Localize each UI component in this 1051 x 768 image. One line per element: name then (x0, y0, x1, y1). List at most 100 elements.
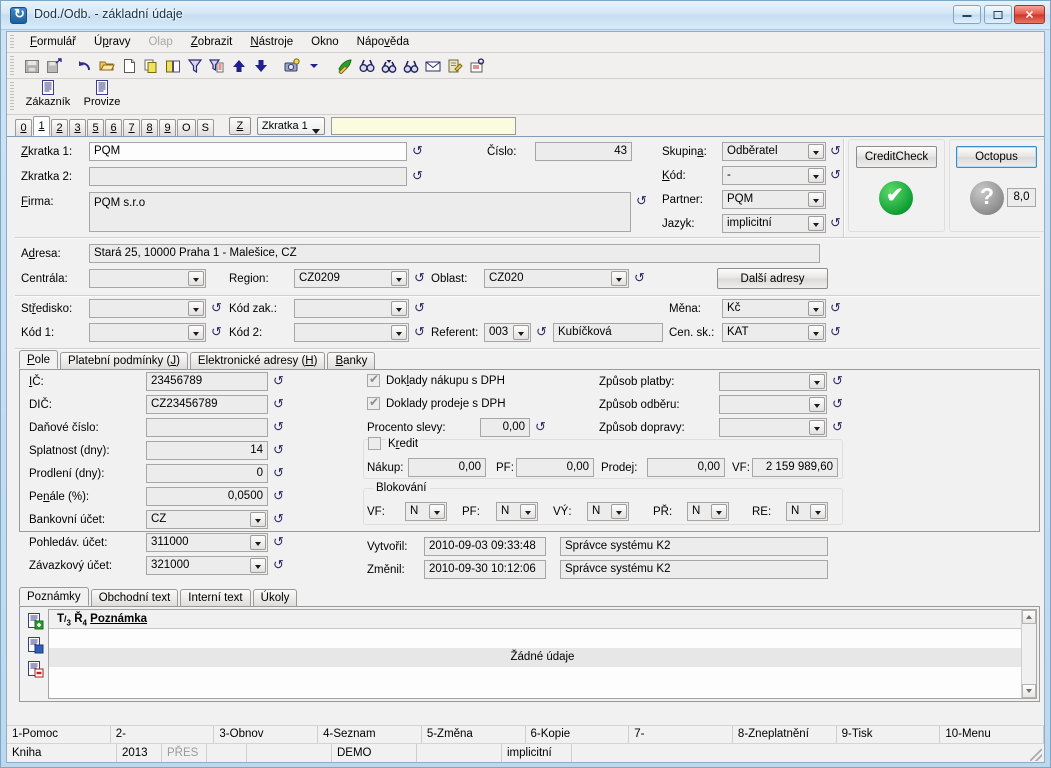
chevron-down-icon[interactable] (808, 168, 824, 183)
new-document-icon[interactable] (118, 55, 140, 77)
scroll-up-icon[interactable] (1022, 610, 1036, 624)
tab-banky[interactable]: Banky (327, 352, 375, 369)
close-button[interactable]: ✕ (1014, 5, 1045, 24)
fkey-4[interactable]: 4-Seznam (318, 726, 422, 743)
zkratka-search-input[interactable] (331, 117, 516, 135)
blok-pr-select[interactable]: N (687, 502, 729, 521)
filter-icon[interactable] (184, 55, 206, 77)
filter-edit-icon[interactable] (206, 55, 228, 77)
stredisko-history-icon[interactable] (211, 301, 224, 315)
record-tab-7[interactable]: 7 (123, 119, 140, 136)
chevron-down-icon[interactable] (250, 535, 266, 550)
chevron-down-icon[interactable] (711, 504, 727, 519)
binoculars-icon[interactable] (356, 55, 378, 77)
referent-name-input[interactable]: Kubíčková (553, 323, 663, 342)
procento-slevy-input[interactable]: 0,00 (480, 418, 530, 437)
pohledav-ucet-history-icon[interactable] (273, 535, 286, 549)
zavazkovy-ucet-history-icon[interactable] (273, 558, 286, 572)
chevron-down-icon[interactable] (429, 504, 445, 519)
binoculars-up-icon[interactable] (378, 55, 400, 77)
zpusob-platby-history-icon[interactable] (832, 374, 845, 388)
tab-interni-text[interactable]: Interní text (180, 589, 250, 606)
open-folder-icon[interactable] (96, 55, 118, 77)
toolbar-gripper[interactable] (10, 56, 14, 75)
record-tab-1[interactable]: 1 (33, 116, 50, 136)
zpusob-dopravy-history-icon[interactable] (832, 420, 845, 434)
kod2-history-icon[interactable] (414, 325, 427, 339)
undo-icon[interactable] (74, 55, 96, 77)
cen-sk-history-icon[interactable] (830, 325, 843, 339)
book-icon[interactable] (162, 55, 184, 77)
chevron-down-icon[interactable] (808, 216, 824, 231)
fkey-6[interactable]: 6-Kopie (526, 726, 630, 743)
prodej-input[interactable]: 0,00 (647, 458, 725, 477)
blok-vf-select[interactable]: N (405, 502, 447, 521)
column-poznamka[interactable]: Poznámka (90, 613, 147, 625)
record-tab-8[interactable]: 8 (141, 119, 158, 136)
chevron-down-icon[interactable] (513, 325, 529, 340)
ic-history-icon[interactable] (273, 374, 286, 388)
fkey-9[interactable]: 9-Tisk (837, 726, 941, 743)
chevron-down-icon[interactable] (611, 271, 627, 286)
fkey-8[interactable]: 8-Zneplatnění (733, 726, 837, 743)
mena-history-icon[interactable] (830, 301, 843, 315)
fkey-7[interactable]: 7- (629, 726, 733, 743)
arrow-up-icon[interactable] (228, 55, 250, 77)
binoculars-alt-icon[interactable] (400, 55, 422, 77)
blok-pf-select[interactable]: N (496, 502, 538, 521)
dalsi-adresy-button[interactable]: Další adresy (717, 268, 828, 289)
cislo-input[interactable]: 43 (535, 142, 632, 161)
column-r[interactable]: Ř (74, 613, 82, 625)
doklady-nakupu-checkbox[interactable] (367, 374, 380, 387)
jazyk-select[interactable]: implicitní (722, 214, 826, 233)
record-tab-2[interactable]: 2 (51, 119, 68, 136)
kod2-select[interactable] (294, 323, 409, 342)
nakup-input[interactable]: 0,00 (408, 458, 486, 477)
centrala-select[interactable] (89, 269, 206, 288)
chevron-down-icon[interactable] (188, 325, 204, 340)
kod-zak-history-icon[interactable] (414, 301, 427, 315)
procento-slevy-history-icon[interactable] (535, 420, 548, 434)
z-button[interactable]: Z (229, 117, 251, 135)
bankovni-ucet-select[interactable]: CZ (146, 510, 268, 529)
mena-select[interactable]: Kč (722, 299, 826, 318)
splatnost-input[interactable]: 14 (146, 441, 268, 460)
chevron-down-icon[interactable] (188, 301, 204, 316)
note-stamp-icon[interactable] (466, 55, 488, 77)
fkey-2[interactable]: 2- (111, 726, 215, 743)
mail-icon[interactable] (422, 55, 444, 77)
notes-scrollbar[interactable] (1021, 610, 1036, 698)
kredit-pf-input[interactable]: 0,00 (516, 458, 594, 477)
chevron-down-icon[interactable] (808, 192, 824, 207)
save-icon[interactable] (21, 55, 43, 77)
record-tab-s[interactable]: S (197, 119, 214, 136)
copy-documents-icon[interactable] (140, 55, 162, 77)
zpusob-odberu-history-icon[interactable] (832, 397, 845, 411)
skupina-select[interactable]: Odběratel (722, 142, 826, 161)
notes-row-empty-2[interactable] (49, 667, 1036, 686)
chevron-down-icon[interactable] (611, 504, 627, 519)
record-tab-3[interactable]: 3 (69, 119, 86, 136)
zkratka2-history-icon[interactable] (412, 169, 425, 183)
tab-elektronicke-adresy[interactable]: Elektronické adresy (H) (190, 352, 326, 369)
blok-vy-select[interactable]: N (587, 502, 629, 521)
kod-zak-select[interactable] (294, 299, 409, 318)
chevron-down-icon[interactable] (250, 558, 266, 573)
scroll-down-icon[interactable] (1022, 684, 1036, 698)
doklady-prodeje-checkbox[interactable] (367, 397, 380, 410)
add-note-icon[interactable] (27, 613, 44, 630)
pohledav-ucet-select[interactable]: 311000 (146, 533, 268, 552)
region-select[interactable]: CZ0209 (294, 269, 409, 288)
dic-input[interactable]: CZ23456789 (146, 395, 268, 414)
zkratka2-input[interactable] (89, 167, 407, 186)
dropdown-arrow-icon[interactable] (303, 55, 325, 77)
edit-note-icon[interactable] (444, 55, 466, 77)
pencil-leaf-icon[interactable] (334, 55, 356, 77)
region-history-icon[interactable] (414, 271, 427, 285)
chevron-down-icon[interactable] (520, 504, 536, 519)
big-button-provize[interactable]: Provize (75, 79, 129, 108)
chevron-down-icon[interactable] (809, 397, 825, 412)
notes-row-empty-1[interactable] (49, 629, 1036, 648)
firma-history-icon[interactable] (636, 194, 649, 208)
cen-sk-select[interactable]: KAT (722, 323, 826, 342)
